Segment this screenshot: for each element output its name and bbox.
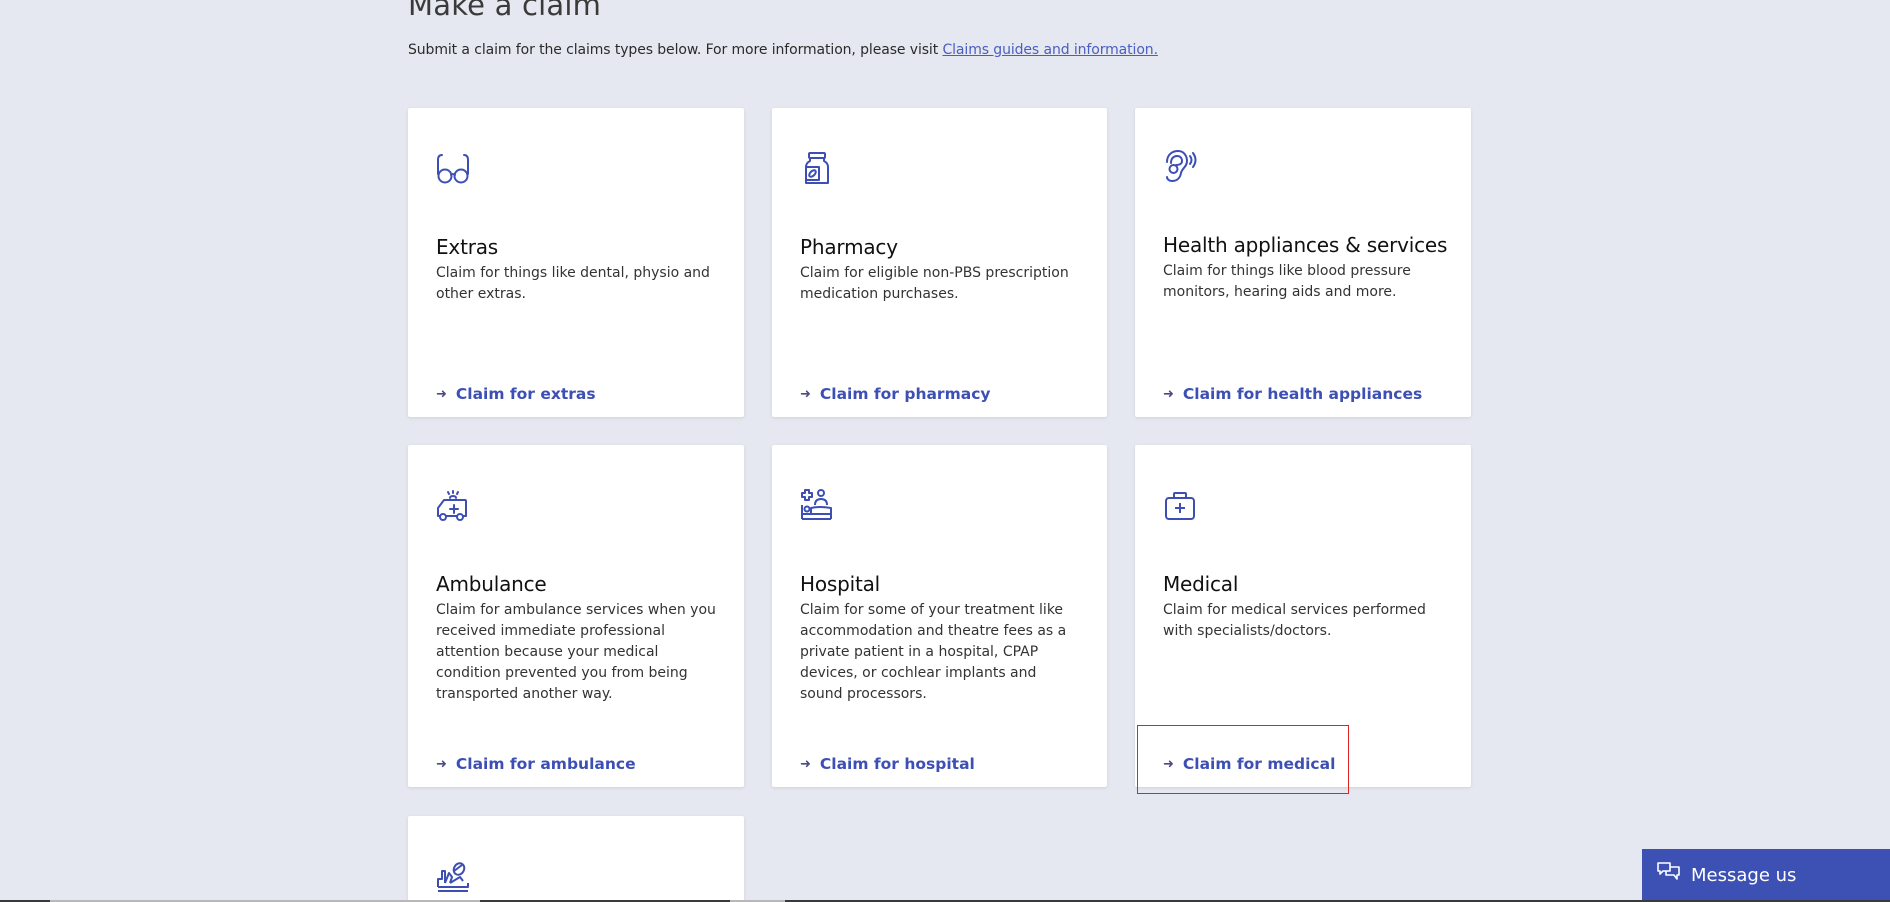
make-a-claim-page: Make a claim Submit a claim for the clai…: [0, 0, 1890, 902]
cta-label: Claim for health appliances: [1182, 385, 1423, 403]
claim-for-extras-link[interactable]: ➜ Claim for extras: [436, 385, 596, 403]
claim-card-health-appliances: Health appliances & services Claim for t…: [1135, 108, 1471, 417]
arrow-right-icon: ➜: [1163, 386, 1174, 402]
cta-label: Claim for extras: [455, 385, 596, 403]
card-description: Claim for medical services performed wit…: [1163, 602, 1426, 639]
arrow-right-icon: ➜: [800, 756, 811, 772]
cta-label: Claim for pharmacy: [819, 385, 991, 403]
claim-for-pharmacy-link[interactable]: ➜ Claim for pharmacy: [800, 385, 990, 403]
card-description: Claim for eligible non-PBS prescription …: [800, 265, 1069, 302]
hospital-bed-icon: [799, 487, 835, 523]
claim-for-hospital-link[interactable]: ➜ Claim for hospital: [800, 755, 975, 773]
medicine-bottle-icon: [799, 150, 835, 186]
card-title: Medical: [1163, 572, 1239, 596]
claim-card-pharmacy: Pharmacy Claim for eligible non-PBS pres…: [772, 108, 1107, 417]
arrow-right-icon: ➜: [800, 386, 811, 402]
claim-card-hospital: Hospital Claim for some of your treatmen…: [772, 445, 1107, 787]
cta-label: Claim for hospital: [819, 755, 975, 773]
glasses-icon: [435, 150, 471, 186]
card-title: Health appliances & services: [1163, 233, 1448, 257]
card-title: Extras: [436, 235, 499, 259]
card-title: Ambulance: [436, 572, 547, 596]
chat-bubbles-icon: [1656, 860, 1682, 891]
claim-for-health-appliances-link[interactable]: ➜ Claim for health appliances: [1163, 385, 1422, 403]
claim-for-ambulance-link[interactable]: ➜ Claim for ambulance: [436, 755, 636, 773]
intro-text: Submit a claim for the claims types belo…: [408, 42, 1158, 58]
arrow-right-icon: ➜: [1163, 756, 1174, 772]
card-description: Claim for some of your treatment like ac…: [800, 602, 1067, 702]
message-us-label: Message us: [1691, 864, 1797, 886]
cta-label: Claim for medical: [1182, 755, 1336, 773]
arrow-right-icon: ➜: [436, 386, 447, 402]
claim-card-partial: [408, 816, 744, 902]
cta-label: Claim for ambulance: [455, 755, 636, 773]
card-title: Pharmacy: [800, 235, 898, 259]
card-description: Claim for things like dental, physio and…: [436, 265, 710, 302]
arrow-right-icon: ➜: [436, 756, 447, 772]
claim-card-ambulance: Ambulance Claim for ambulance services w…: [408, 445, 744, 787]
claim-card-extras: Extras Claim for things like dental, phy…: [408, 108, 744, 417]
card-description: Claim for things like blood pressure mon…: [1163, 263, 1411, 300]
claim-for-medical-link[interactable]: ➜ Claim for medical: [1163, 755, 1335, 773]
hand-care-icon: [435, 859, 471, 895]
ambulance-icon: [435, 488, 471, 524]
claims-guides-link[interactable]: Claims guides and information.: [942, 42, 1158, 58]
message-us-button[interactable]: Message us: [1642, 849, 1890, 901]
card-title: Hospital: [800, 572, 881, 596]
page-title: Make a claim: [408, 0, 602, 22]
intro-text-body: Submit a claim for the claims types belo…: [408, 42, 943, 58]
card-description: Claim for ambulance services when you re…: [436, 602, 716, 702]
hearing-icon: [1162, 148, 1198, 184]
claim-card-medical: Medical Claim for medical services perfo…: [1135, 445, 1471, 787]
medical-kit-icon: [1162, 488, 1198, 524]
